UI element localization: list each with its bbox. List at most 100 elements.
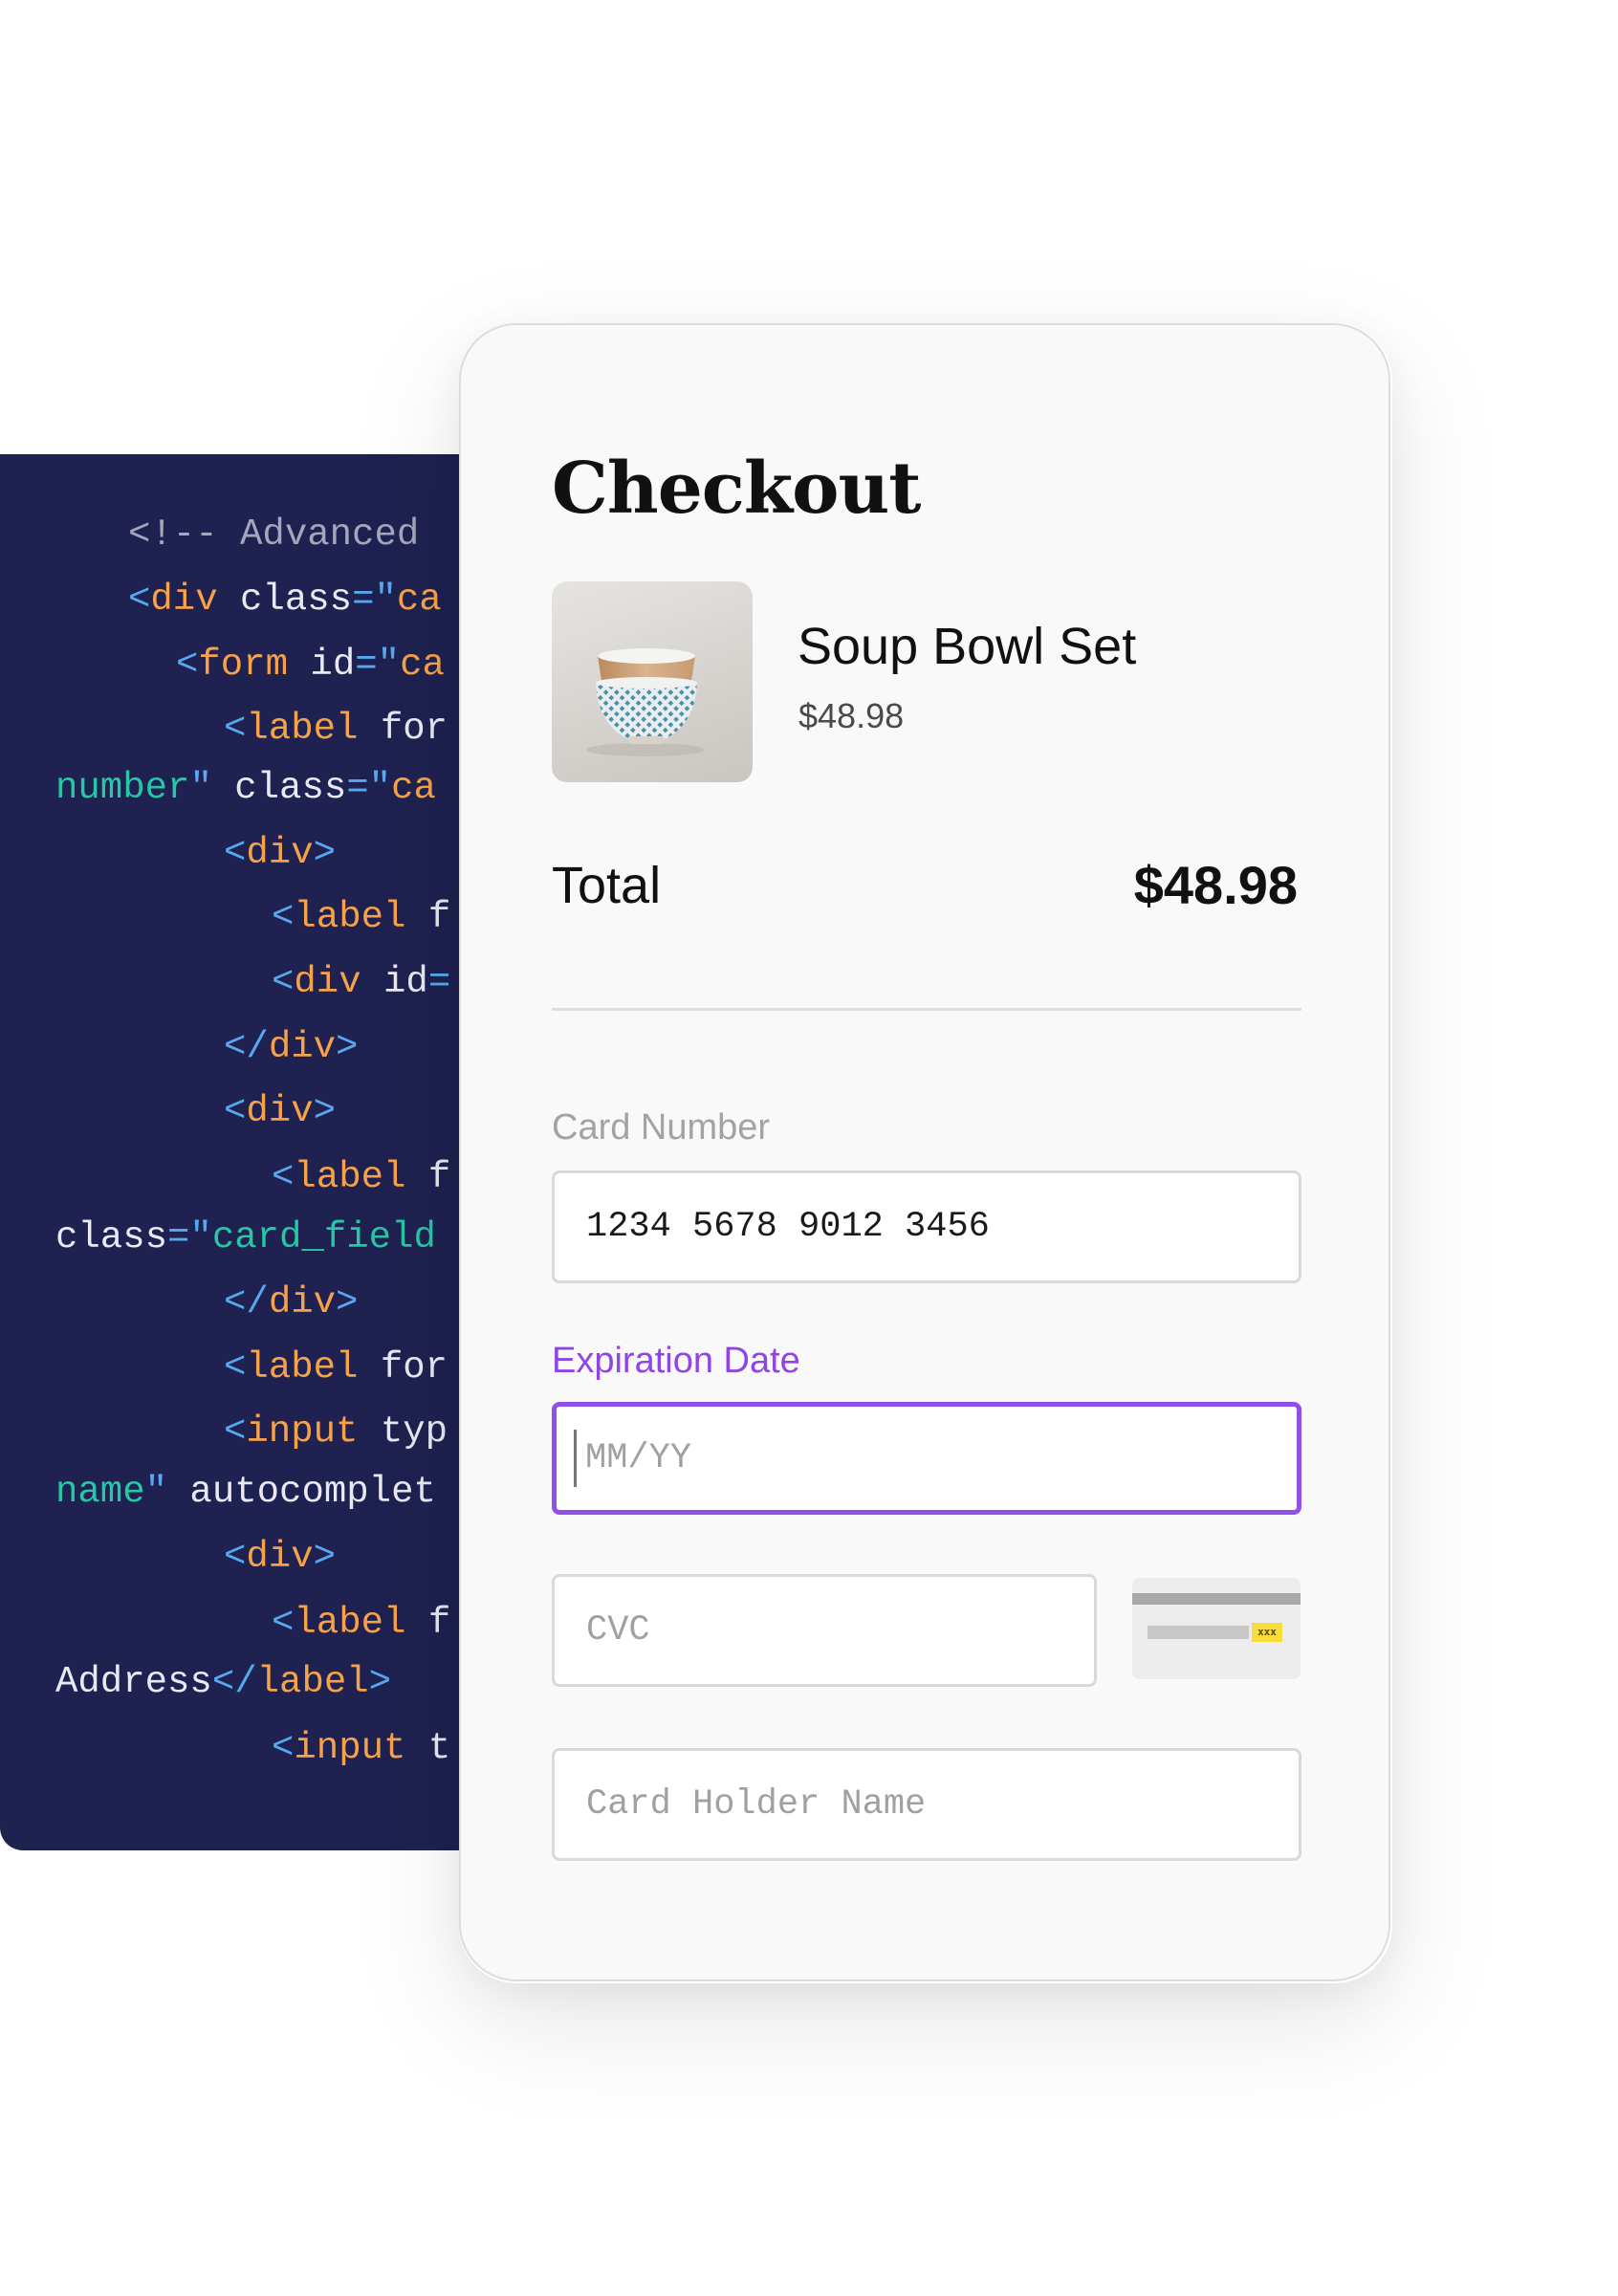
code-token: < <box>224 1090 247 1132</box>
code-token: > <box>336 1281 359 1323</box>
total-amount: $48.98 <box>1133 855 1298 915</box>
cvc-placeholder: CVC <box>586 1610 650 1651</box>
code-token: </ <box>211 1661 257 1703</box>
code-line: <!-- Advanced <box>128 516 442 554</box>
code-token: for <box>358 1346 448 1389</box>
product-image <box>552 581 753 782</box>
code-line: number" class="ca <box>55 770 436 807</box>
code-token: input <box>246 1410 359 1453</box>
card-holder-name-input[interactable]: Card Holder Name <box>552 1748 1301 1861</box>
code-token: ca <box>391 767 436 809</box>
checkout-card: Checkout Soup Bowl Set $48.98 Total $48.… <box>459 323 1390 1981</box>
page-title: Checkout <box>552 448 921 530</box>
code-token: class <box>55 1216 168 1258</box>
code-token: Address <box>55 1661 212 1703</box>
cvc-code-highlight: xxx <box>1252 1623 1282 1642</box>
code-token: < <box>176 644 199 686</box>
code-line: <label for <box>224 711 448 748</box>
code-token: f <box>405 896 451 938</box>
code-line: <div> <box>224 835 336 872</box>
code-token: > <box>313 1536 337 1578</box>
code-token: =" <box>346 767 392 809</box>
code-line: <div> <box>224 1539 336 1576</box>
code-token: t <box>405 1727 451 1769</box>
code-token: class <box>217 579 353 621</box>
code-line: <label for <box>224 1349 448 1387</box>
code-token: " <box>144 1471 168 1513</box>
card-back-cvc-icon: xxx <box>1132 1578 1301 1679</box>
code-token: label <box>246 1346 359 1389</box>
code-token: label <box>294 1156 406 1198</box>
code-token: f <box>405 1602 451 1644</box>
code-token: input <box>294 1727 406 1769</box>
product-price: $48.98 <box>798 696 905 735</box>
code-line: <input typ <box>224 1413 448 1451</box>
card-number-input[interactable]: 1234 5678 9012 3456 <box>552 1170 1301 1283</box>
product-name: Soup Bowl Set <box>798 618 1137 675</box>
expiration-date-input[interactable]: MM/YY <box>552 1402 1301 1515</box>
code-line: <div class="ca <box>128 581 442 619</box>
code-token: > <box>336 1026 359 1068</box>
expiration-placeholder: MM/YY <box>585 1438 692 1478</box>
code-token: div <box>246 1536 314 1578</box>
cvc-input[interactable]: CVC <box>552 1574 1097 1687</box>
code-token: < <box>272 961 295 1003</box>
code-token: typ <box>358 1410 448 1453</box>
magnetic-stripe <box>1132 1593 1301 1605</box>
total-label: Total <box>552 857 662 914</box>
code-token: div <box>294 961 361 1003</box>
code-line: <label f <box>272 1159 450 1196</box>
code-token: =" <box>355 644 401 686</box>
code-token: number <box>55 767 190 809</box>
code-token: < <box>128 579 151 621</box>
code-line: Address</label> <box>55 1664 391 1701</box>
code-token: label <box>246 708 359 750</box>
code-token: =" <box>352 579 397 621</box>
code-token: < <box>224 832 247 874</box>
code-token: <!-- Advanced <box>128 514 442 556</box>
code-token: = <box>427 961 451 1003</box>
expiration-date-label: Expiration Date <box>552 1341 800 1381</box>
card-holder-placeholder: Card Holder Name <box>586 1784 927 1825</box>
code-line: name" autocomplet <box>55 1474 436 1511</box>
code-token: ca <box>396 579 442 621</box>
code-token: </ <box>224 1026 269 1068</box>
code-token: < <box>224 1410 247 1453</box>
code-token: id <box>361 961 428 1003</box>
code-token: label <box>294 1602 406 1644</box>
code-line: <div> <box>224 1093 336 1130</box>
bowl-illustration-icon <box>586 648 705 756</box>
code-token: div <box>246 832 314 874</box>
code-token: id <box>288 644 356 686</box>
code-line: <input t <box>272 1730 450 1767</box>
code-line: <form id="ca <box>176 646 445 684</box>
code-token: > <box>313 832 337 874</box>
code-token: div <box>268 1026 337 1068</box>
code-token: </ <box>224 1281 269 1323</box>
code-token: for <box>358 708 448 750</box>
card-number-label: Card Number <box>552 1107 771 1148</box>
code-token: f <box>405 1156 451 1198</box>
code-token: autocomplet <box>167 1471 436 1513</box>
code-token: < <box>272 1156 295 1198</box>
code-token: =" <box>167 1216 212 1258</box>
code-token: div <box>246 1090 314 1132</box>
code-token: ca <box>400 644 445 686</box>
code-editor-panel: <!-- Advanced <div class="ca <form id="ca… <box>0 454 536 1850</box>
code-token: name <box>55 1471 145 1513</box>
code-token: label <box>294 896 406 938</box>
code-token: class <box>211 767 347 809</box>
code-token: " <box>189 767 212 809</box>
text-caret <box>574 1430 577 1487</box>
code-token: div <box>150 579 218 621</box>
signature-strip <box>1148 1626 1249 1639</box>
code-token: < <box>272 1727 295 1769</box>
code-line: <div id= <box>272 964 450 1001</box>
code-line: class="card_field <box>55 1219 436 1257</box>
code-token: < <box>224 1346 247 1389</box>
code-token: card_field <box>211 1216 436 1258</box>
code-token: < <box>224 708 247 750</box>
code-line: <label f <box>272 1605 450 1642</box>
code-token: < <box>224 1536 247 1578</box>
code-token: form <box>198 644 289 686</box>
